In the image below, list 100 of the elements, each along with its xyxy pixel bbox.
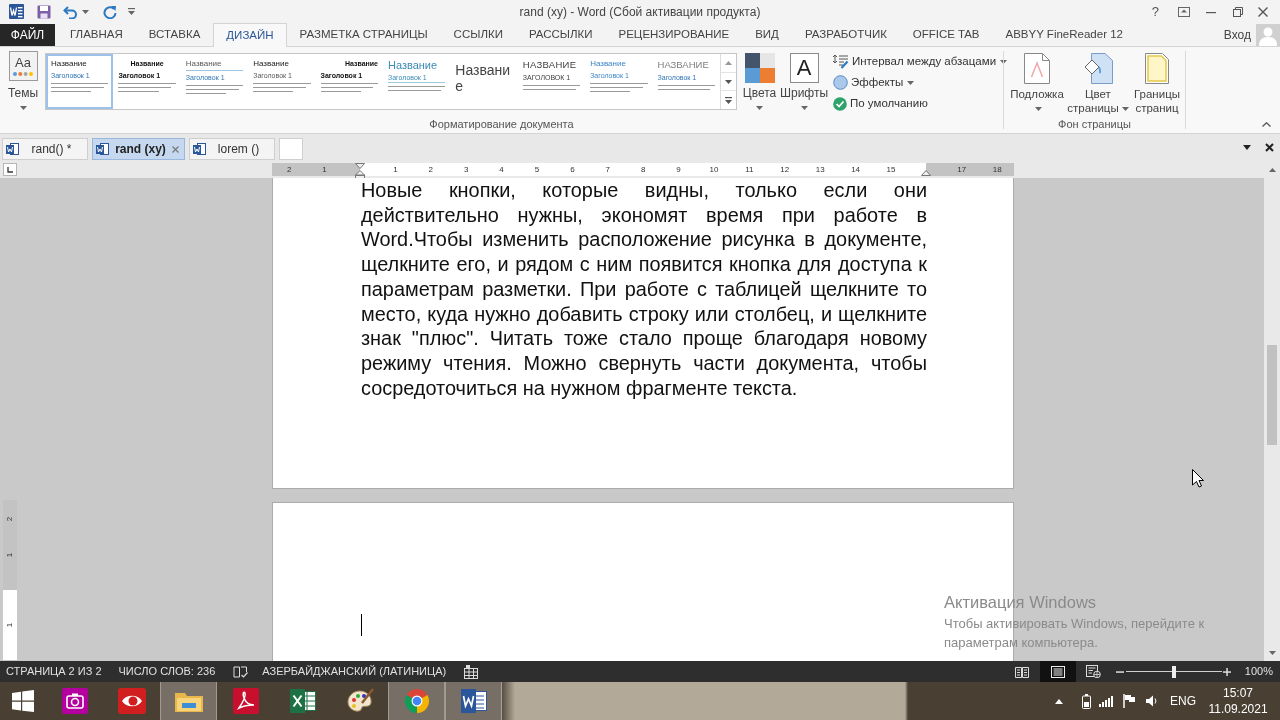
gallery-down-icon[interactable] <box>725 79 732 84</box>
ruler-number: 9 <box>675 164 682 176</box>
fonts-button[interactable]: A Шрифты <box>780 53 828 110</box>
document-icon <box>6 142 19 156</box>
redo-icon[interactable] <box>103 4 117 19</box>
clock-date[interactable]: 11.09.2021 <box>1208 701 1268 717</box>
circle-icon <box>833 75 848 90</box>
input-language[interactable]: ENG <box>1170 692 1196 710</box>
gallery-up-icon[interactable] <box>725 60 732 65</box>
style-set-thumbnail[interactable]: Название <box>450 54 518 109</box>
chevron-up-icon[interactable] <box>1055 698 1063 704</box>
ribbon-tab[interactable]: ГЛАВНАЯ <box>57 23 136 46</box>
help-button[interactable]: ? <box>1151 5 1159 18</box>
document-tab[interactable]: rand (xy) <box>92 138 185 160</box>
right-indent-icon[interactable] <box>921 170 931 176</box>
ribbon-tab[interactable]: ВСТАВКА <box>135 23 214 46</box>
color-squares-icon <box>744 53 775 83</box>
ruler-number: 12 <box>779 164 791 176</box>
zoom-slider-thumb[interactable] <box>1171 665 1176 678</box>
ribbon-tab[interactable]: ССЫЛКИ <box>440 23 516 46</box>
collapse-ribbon-icon[interactable] <box>1262 122 1271 127</box>
ribbon-tab[interactable]: OFFICE TAB <box>899 23 993 46</box>
ribbon-tab[interactable]: РАЗМЕТКА СТРАНИЦЫ <box>286 23 441 46</box>
ribbon-tab[interactable]: ВИД <box>742 23 792 46</box>
flag-icon[interactable] <box>1123 694 1136 708</box>
spreadsheet-icon <box>288 688 317 714</box>
ruler-number: 17 <box>956 164 968 176</box>
close-icon[interactable] <box>1265 142 1274 152</box>
ribbon-tab[interactable]: ДИЗАЙН <box>213 23 287 47</box>
tab-stop-icon <box>7 166 13 173</box>
zoom-in-icon[interactable] <box>1222 667 1231 676</box>
ribbon-tab[interactable]: РАЗРАБОТЧИК <box>791 23 900 46</box>
zoom-slider[interactable] <box>1125 664 1222 679</box>
ruler-number: 1 <box>4 551 15 559</box>
color-dots-icon <box>13 72 33 76</box>
gallery-more-icon[interactable] <box>725 96 732 104</box>
ruler-number: 2 <box>285 164 293 176</box>
grid-document-icon[interactable] <box>464 664 479 679</box>
ruler-number: 1 <box>392 164 399 176</box>
clock-time[interactable]: 15:07 <box>1223 685 1253 701</box>
ribbon-option-button[interactable]: Интервал между абзацами <box>833 51 1008 72</box>
ribbon-display-icon[interactable] <box>1178 6 1190 17</box>
paragraph-spacing-icon <box>833 54 849 69</box>
dropdown-arrow-icon[interactable] <box>1243 144 1251 150</box>
ribbon-tab[interactable]: РЕЦЕНЗИРОВАНИЕ <box>605 23 743 46</box>
page-background-button[interactable]: Границы страниц <box>1131 53 1183 115</box>
caret-icon <box>19 106 27 110</box>
scroll-up-icon[interactable] <box>1268 168 1276 172</box>
paragraph: Новые кнопки, которые видны, только если они действительно нужны, экономят время при работе в Word.Чтобы изменить расположение рисунка в документе, щелкните его, и рядом с ним появится кнопка для доступа к параметрам разметки. При работе с таблицей щелкните то место, куда нужно добавить строку или столбец, и щелкните знак "плюс". Читать тоже стало проще благодаря новому режиму чтения. Можно свернуть части документа, чтобы сосредоточиться на нужном фрагменте текста. <box>361 178 927 401</box>
eye-icon <box>117 688 146 714</box>
ribbon-tab[interactable]: ABBYY FineReader 12 <box>992 23 1136 46</box>
colors-button[interactable]: Цвета <box>743 53 776 110</box>
taskbar-button[interactable] <box>445 682 502 720</box>
ribbon-tab[interactable]: РАССЫЛКИ <box>515 23 606 46</box>
document-tab[interactable]: rand() * <box>2 138 88 160</box>
page-count[interactable]: СТРАНИЦА 2 ИЗ 2 <box>6 663 102 680</box>
close-icon[interactable] <box>1258 6 1268 17</box>
page-lines-icon <box>1050 665 1065 678</box>
caret-icon[interactable] <box>82 9 89 14</box>
ruler-number: 5 <box>533 164 541 176</box>
scroll-down-icon[interactable] <box>1268 651 1276 655</box>
page-background-button[interactable]: Цвет страницы <box>1066 53 1130 115</box>
themes-button[interactable]: Aa Темы <box>4 51 42 110</box>
vertical-scrollbar[interactable] <box>1264 161 1280 661</box>
language-status[interactable]: АЗЕРБАЙДЖАНСКИЙ (ЛАТИНИЦА) <box>262 663 447 680</box>
tab-selector-button[interactable] <box>3 163 17 176</box>
word-count[interactable]: ЧИСЛО СЛОВ: 236 <box>118 663 216 680</box>
caret-icon <box>756 106 763 110</box>
page-border-icon <box>1145 53 1169 84</box>
group-label: Фон страницы <box>1057 117 1132 132</box>
document-icon <box>193 142 206 156</box>
themes-glyph: Aa <box>15 56 31 70</box>
ruler-number: 18 <box>991 164 1003 176</box>
scrollbar-thumb[interactable] <box>1267 345 1277 445</box>
ruler-number: 1 <box>4 622 15 630</box>
battery-icon[interactable] <box>1082 693 1091 709</box>
ribbon-option-button[interactable]: Эффекты <box>833 72 1008 93</box>
file-tab[interactable]: ФАЙЛ <box>0 24 55 46</box>
page-background-button[interactable]: Подложка <box>1009 53 1065 115</box>
undo-icon[interactable] <box>63 4 79 19</box>
save-icon[interactable] <box>37 4 51 19</box>
app-icon <box>9 4 24 19</box>
customize-toolbar-icon[interactable] <box>128 7 135 16</box>
palette-icon <box>345 688 374 714</box>
book-check-icon[interactable] <box>233 665 249 678</box>
speaker-icon[interactable] <box>1146 695 1158 707</box>
ruler-number: 1 <box>321 164 328 176</box>
restore-icon[interactable] <box>1233 6 1243 17</box>
ruler-number: 13 <box>814 164 826 176</box>
ruler-number: 14 <box>850 164 862 176</box>
check-circle-icon <box>833 96 847 111</box>
ruler-number: 3 <box>462 164 470 176</box>
ruler-number: 15 <box>885 164 897 176</box>
zoom-level[interactable]: 100% <box>1244 663 1273 680</box>
print-layout-button[interactable] <box>1039 661 1076 682</box>
signal-icon[interactable] <box>1099 695 1113 707</box>
document-tab[interactable]: lorem () <box>189 138 275 160</box>
ribbon-option-button[interactable]: По умолчанию <box>833 93 1008 114</box>
camera-icon <box>61 688 88 714</box>
sign-in-link[interactable]: Вход <box>1223 25 1251 44</box>
